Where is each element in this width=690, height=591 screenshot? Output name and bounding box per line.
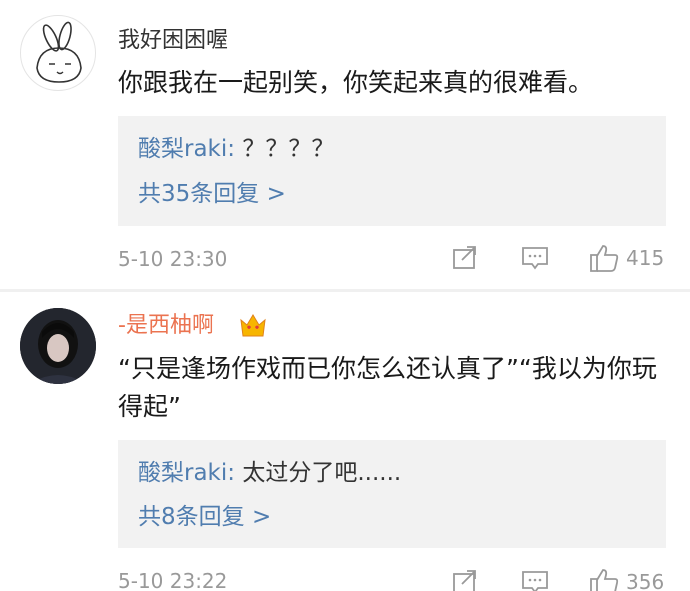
reply-preview[interactable]: 酸梨raki: 太过分了吧...... 共8条回复 > — [118, 440, 666, 548]
repost-icon — [453, 246, 476, 269]
reply-author[interactable]: 酸梨raki: — [138, 136, 235, 162]
avatar[interactable] — [20, 308, 96, 384]
comment-icon — [522, 571, 548, 591]
timestamp: 5-10 23:30 — [118, 247, 228, 271]
reply-preview[interactable]: 酸梨raki: ？？？？ 共35条回复 > — [118, 116, 666, 226]
view-replies-link[interactable]: 共8条回复 > — [138, 502, 271, 532]
view-replies-link[interactable]: 共35条回复 > — [138, 179, 286, 209]
reply-line: 酸梨raki: ？？？？ — [138, 134, 334, 164]
timestamp: 5-10 23:22 — [118, 569, 228, 591]
repost-button[interactable] — [450, 567, 480, 591]
rabbit-avatar-icon — [36, 21, 82, 83]
reply-line: 酸梨raki: 太过分了吧...... — [138, 458, 401, 488]
like-count: 415 — [626, 246, 665, 270]
comment-item: 我好困困喔 你跟我在一起别笑，你笑起来真的很难看。 酸梨raki: ？？？？ 共… — [0, 0, 690, 290]
username[interactable]: 我好困困喔 — [118, 27, 228, 55]
comment-button[interactable] — [520, 243, 550, 273]
comment-text: “只是逢场作戏而已你怎么还认真了”“我以为你玩得起” — [118, 354, 657, 421]
portrait-avatar-icon — [20, 308, 96, 384]
comment-icon — [522, 247, 548, 270]
vip-crown-icon — [240, 314, 266, 337]
like-button[interactable]: 415 — [588, 243, 678, 273]
vip-badge — [238, 312, 268, 340]
reply-text: ？？？？ — [235, 136, 335, 162]
reply-author[interactable]: 酸梨raki: — [138, 460, 235, 486]
like-icon — [590, 245, 619, 272]
like-count: 356 — [626, 570, 665, 591]
comment-text: 你跟我在一起别笑，你笑起来真的很难看。 — [118, 68, 594, 97]
avatar[interactable] — [20, 15, 96, 91]
comment-item: -是西柚啊 “只是逢场作戏而已你怎么还认真了”“我以为你玩得起” 酸梨raki:… — [0, 292, 690, 591]
repost-button[interactable] — [450, 243, 480, 273]
repost-icon — [453, 570, 476, 591]
like-button[interactable]: 356 — [588, 567, 678, 591]
username[interactable]: -是西柚啊 — [118, 312, 214, 340]
comment-button[interactable] — [520, 567, 550, 591]
comment-feed: 我好困困喔 你跟我在一起别笑，你笑起来真的很难看。 酸梨raki: ？？？？ 共… — [0, 0, 690, 591]
reply-text: 太过分了吧...... — [235, 460, 402, 486]
like-icon — [590, 569, 619, 591]
